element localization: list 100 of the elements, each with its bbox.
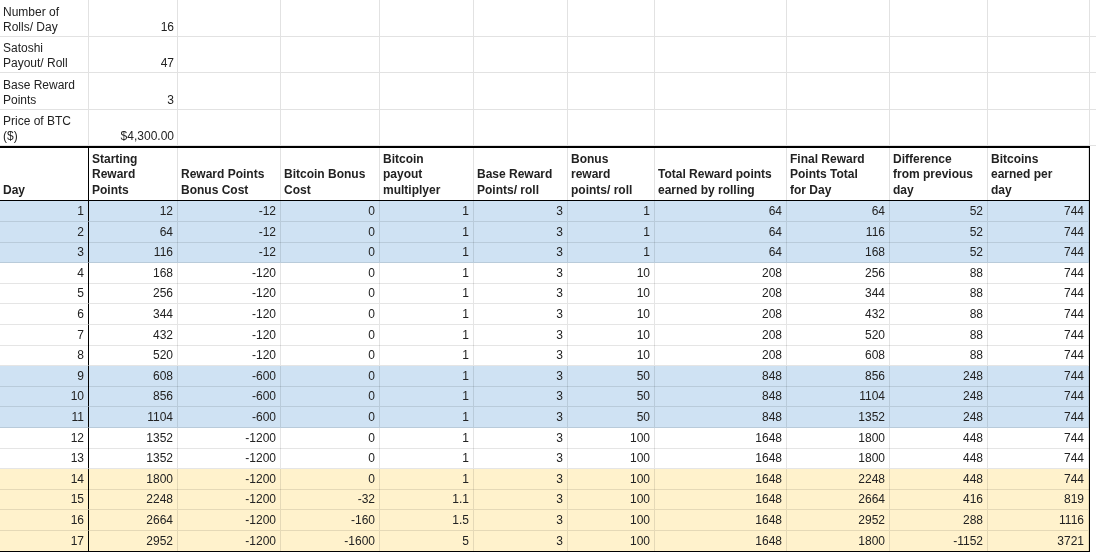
table-cell: 1800: [89, 468, 178, 490]
table-cell: 248: [890, 406, 988, 428]
table-cell: 1: [568, 221, 655, 243]
parameter-label: Price of BTC ($): [0, 109, 89, 146]
table-cell: 10: [568, 262, 655, 284]
table-cell: 0: [281, 262, 380, 284]
table-cell: 1: [380, 406, 474, 428]
column-header: Base Reward Points/ roll: [474, 148, 568, 200]
table-cell: 432: [787, 303, 890, 325]
table-cell: 100: [568, 509, 655, 531]
table-cell: 1648: [655, 509, 787, 531]
table-cell: 744: [988, 468, 1089, 490]
table-cell: 88: [890, 303, 988, 325]
table-cell: 3: [474, 365, 568, 387]
table-cell: -1200: [178, 427, 281, 449]
table-cell: 6: [0, 303, 89, 325]
table-cell: 848: [655, 365, 787, 387]
table-cell: -160: [281, 509, 380, 531]
table-cell: 3: [474, 303, 568, 325]
table-cell: 208: [655, 262, 787, 284]
table-cell: 7: [0, 324, 89, 346]
table-cell: -1200: [178, 468, 281, 490]
table-cell: -600: [178, 365, 281, 387]
table-cell: 744: [988, 303, 1089, 325]
table-cell: 116: [787, 221, 890, 243]
table-cell: 0: [281, 468, 380, 490]
table-cell: 11: [0, 406, 89, 428]
table-cell: 744: [988, 221, 1089, 243]
table-cell: 3: [474, 509, 568, 531]
column-header: Total Reward points earned by rolling: [655, 148, 787, 200]
table-cell: 608: [89, 365, 178, 387]
table-cell: 0: [281, 324, 380, 346]
table-cell: 3: [474, 324, 568, 346]
table-cell: 744: [988, 365, 1089, 387]
table-cell: 5: [380, 530, 474, 552]
parameter-value: 16: [89, 0, 178, 37]
table-cell: 344: [89, 303, 178, 325]
table-cell: 448: [890, 427, 988, 449]
table-cell: 2664: [89, 509, 178, 531]
table-cell: 1.5: [380, 509, 474, 531]
table-cell: 1648: [655, 468, 787, 490]
table-cell: 744: [988, 406, 1089, 428]
table-cell: 1: [380, 427, 474, 449]
parameter-label: Base Reward Points: [0, 73, 89, 110]
table-cell: 3: [474, 530, 568, 552]
table-cell: 744: [988, 262, 1089, 284]
table-cell: -120: [178, 324, 281, 346]
table-cell: 1: [380, 324, 474, 346]
table-cell: -600: [178, 406, 281, 428]
table-cell: 0: [281, 427, 380, 449]
table-cell: 2952: [89, 530, 178, 552]
table-cell: 50: [568, 365, 655, 387]
table-cell: 1800: [787, 530, 890, 552]
table-cell: 88: [890, 262, 988, 284]
table-cell: 10: [568, 303, 655, 325]
table-cell: 1: [380, 468, 474, 490]
table-cell: -12: [178, 221, 281, 243]
table-cell: 52: [890, 221, 988, 243]
table-cell: -1200: [178, 530, 281, 552]
column-header: Bonus reward points/ roll: [568, 148, 655, 200]
column-header: Starting Reward Points: [89, 148, 178, 200]
table-cell: 50: [568, 406, 655, 428]
table-cell: 1: [380, 303, 474, 325]
table-cell: 12: [0, 427, 89, 449]
table-cell: 744: [988, 427, 1089, 449]
table-cell: 0: [281, 406, 380, 428]
table-cell: -120: [178, 262, 281, 284]
parameter-label: Number of Rolls/ Day: [0, 0, 89, 37]
table-cell: 100: [568, 468, 655, 490]
table-cell: 17: [0, 530, 89, 552]
table-cell: 744: [988, 324, 1089, 346]
table-cell: 3: [474, 468, 568, 490]
table-cell: 208: [655, 303, 787, 325]
table-cell: 248: [890, 365, 988, 387]
table-cell: 168: [89, 262, 178, 284]
table-cell: -120: [178, 303, 281, 325]
parameter-value: 47: [89, 36, 178, 73]
column-header: Final Reward Points Total for Day: [787, 148, 890, 200]
parameter-value: $4,300.00: [89, 109, 178, 146]
table-cell: 4: [0, 262, 89, 284]
table-cell: 100: [568, 427, 655, 449]
column-header: Reward Points Bonus Cost: [178, 148, 281, 200]
table-cell: 1: [380, 262, 474, 284]
column-header: Bitcoin payout multiplyer: [380, 148, 474, 200]
table-cell: 3: [474, 406, 568, 428]
table-cell: 64: [655, 221, 787, 243]
table-cell: -1200: [178, 509, 281, 531]
table-cell: 3: [474, 221, 568, 243]
table-cell: 2248: [787, 468, 890, 490]
table-cell: 432: [89, 324, 178, 346]
parameter-label: Satoshi Payout/ Roll: [0, 36, 89, 73]
table-cell: 288: [890, 509, 988, 531]
table-cell: 1116: [988, 509, 1089, 531]
table-cell: 1352: [89, 427, 178, 449]
table-cell: 3: [474, 262, 568, 284]
table-cell: 448: [890, 468, 988, 490]
table-cell: 88: [890, 324, 988, 346]
table-cell: 1648: [655, 427, 787, 449]
table-cell: 0: [281, 365, 380, 387]
table-cell: 208: [655, 324, 787, 346]
